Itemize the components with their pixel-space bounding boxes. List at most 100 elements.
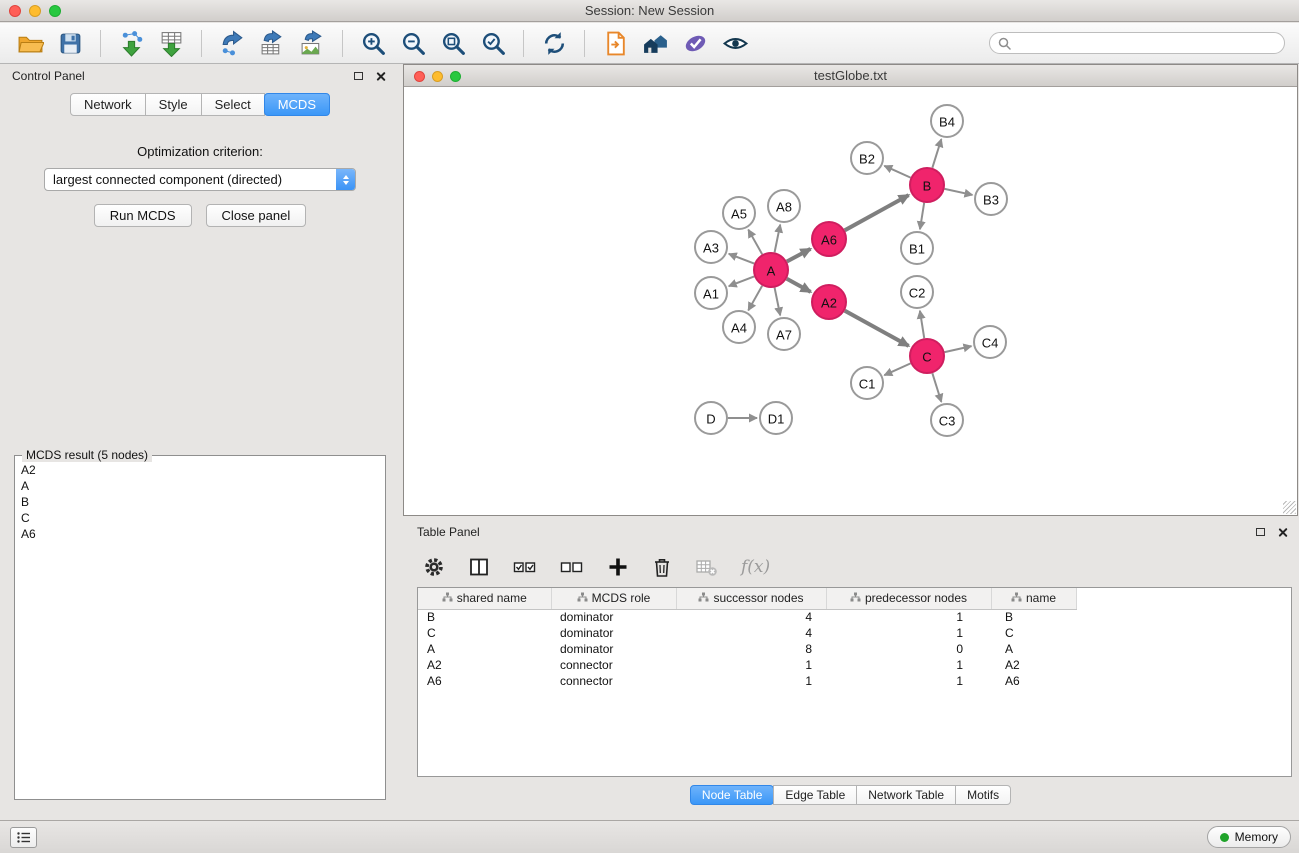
save-session-button[interactable] [52,26,88,60]
table-cell[interactable]: 4 [676,609,826,625]
node-A1[interactable]: A1 [695,277,727,309]
table-cell[interactable]: 1 [826,609,991,625]
network-zoom-button[interactable] [450,71,461,82]
edge-A-A3[interactable] [729,254,754,264]
node-B3[interactable]: B3 [975,183,1007,215]
zoom-fit-button[interactable] [435,26,471,60]
criterion-dropdown[interactable]: largest connected component (directed) [44,168,356,191]
edge-A-A1[interactable] [729,276,754,286]
node-A3[interactable]: A3 [695,231,727,263]
minimize-window-button[interactable] [29,5,41,17]
eye-button[interactable] [717,26,753,60]
node-A8[interactable]: A8 [768,190,800,222]
function-builder-button[interactable]: f(x) [741,557,770,577]
table-cell[interactable]: B [991,609,1076,625]
close-table-panel-icon[interactable] [1277,527,1288,538]
close-panel-icon[interactable] [375,71,386,82]
node-C2[interactable]: C2 [901,276,933,308]
table-cell[interactable]: 1 [826,657,991,673]
edge-A6-B[interactable] [845,195,909,230]
node-A4[interactable]: A4 [723,311,755,343]
table-cell[interactable]: connector [551,673,676,689]
node-B4[interactable]: B4 [931,105,963,137]
table-cell[interactable]: 0 [826,641,991,657]
table-cell[interactable]: C [418,625,551,641]
table-cell[interactable]: dominator [551,641,676,657]
node-A2[interactable]: A2 [812,285,846,319]
table-cell[interactable]: dominator [551,625,676,641]
deselect-all-button[interactable] [560,556,584,578]
tab-select[interactable]: Select [201,93,265,116]
task-history-button[interactable] [10,827,37,848]
table-cell[interactable]: connector [551,657,676,673]
table-cell[interactable]: dominator [551,609,676,625]
float-table-panel-icon[interactable] [1256,528,1265,536]
node-A6[interactable]: A6 [812,222,846,256]
edge-C-C2[interactable] [920,311,924,338]
export-table-button[interactable] [254,26,290,60]
zoom-window-button[interactable] [49,5,61,17]
zoom-out-button[interactable] [395,26,431,60]
open-file-button[interactable] [597,26,633,60]
settings-gear-button[interactable] [423,556,445,578]
edge-A-A5[interactable] [748,230,762,255]
table-row[interactable]: Cdominator41C [418,625,1076,641]
export-network-button[interactable] [214,26,250,60]
edge-C-C3[interactable] [932,373,941,402]
overview-home-button[interactable] [637,26,673,60]
network-close-button[interactable] [414,71,425,82]
tab-edge-table[interactable]: Edge Table [773,785,857,805]
table-cell[interactable]: 1 [676,657,826,673]
edge-A-A8[interactable] [775,225,781,253]
column-header-successor-nodes[interactable]: successor nodes [676,588,826,609]
edge-A-A6[interactable] [787,249,811,262]
node-B1[interactable]: B1 [901,232,933,264]
node-D1[interactable]: D1 [760,402,792,434]
select-all-button[interactable] [513,556,537,578]
import-network-button[interactable] [113,26,149,60]
column-manager-button[interactable] [468,556,490,578]
search-input[interactable] [1016,35,1276,51]
network-canvas[interactable]: AA1A2A3A4A5A6A7A8BB1B2B3B4CC1C2C3C4DD1 [404,87,1297,515]
table-cell[interactable]: B [418,609,551,625]
node-A[interactable]: A [754,253,788,287]
node-A5[interactable]: A5 [723,197,755,229]
table-cell[interactable]: A2 [418,657,551,673]
search-box[interactable] [989,32,1285,54]
edge-A2-C[interactable] [845,311,909,346]
network-minimize-button[interactable] [432,71,443,82]
edge-B-B3[interactable] [945,189,973,195]
table-cell[interactable]: A6 [991,673,1076,689]
tab-network[interactable]: Network [70,93,146,116]
table-cell[interactable]: A [418,641,551,657]
table-row[interactable]: A2connector11A2 [418,657,1076,673]
run-mcds-button[interactable]: Run MCDS [94,204,192,227]
close-window-button[interactable] [9,5,21,17]
table-cell[interactable]: 1 [826,673,991,689]
add-row-button[interactable] [607,556,629,578]
edge-C-C1[interactable] [884,363,910,375]
table-cell[interactable]: 4 [676,625,826,641]
edge-B-B2[interactable] [884,166,910,178]
edge-B-B4[interactable] [932,139,941,168]
open-session-button[interactable] [12,26,48,60]
tab-node-table[interactable]: Node Table [690,785,775,805]
node-C4[interactable]: C4 [974,326,1006,358]
tab-motifs[interactable]: Motifs [955,785,1011,805]
table-cell[interactable]: 1 [676,673,826,689]
edge-A-A7[interactable] [775,288,781,316]
zoom-in-button[interactable] [355,26,391,60]
table-cell[interactable]: 8 [676,641,826,657]
apply-layout-button[interactable] [536,26,572,60]
node-C3[interactable]: C3 [931,404,963,436]
table-cell[interactable]: A2 [991,657,1076,673]
tab-style[interactable]: Style [145,93,202,116]
edge-A-A4[interactable] [748,286,762,311]
delete-row-button[interactable] [652,556,672,578]
tab-network-table[interactable]: Network Table [856,785,956,805]
column-header-shared-name[interactable]: shared name [418,588,551,609]
node-C[interactable]: C [910,339,944,373]
node-C1[interactable]: C1 [851,367,883,399]
table-row[interactable]: A6connector11A6 [418,673,1076,689]
column-header-predecessor-nodes[interactable]: predecessor nodes [826,588,991,609]
